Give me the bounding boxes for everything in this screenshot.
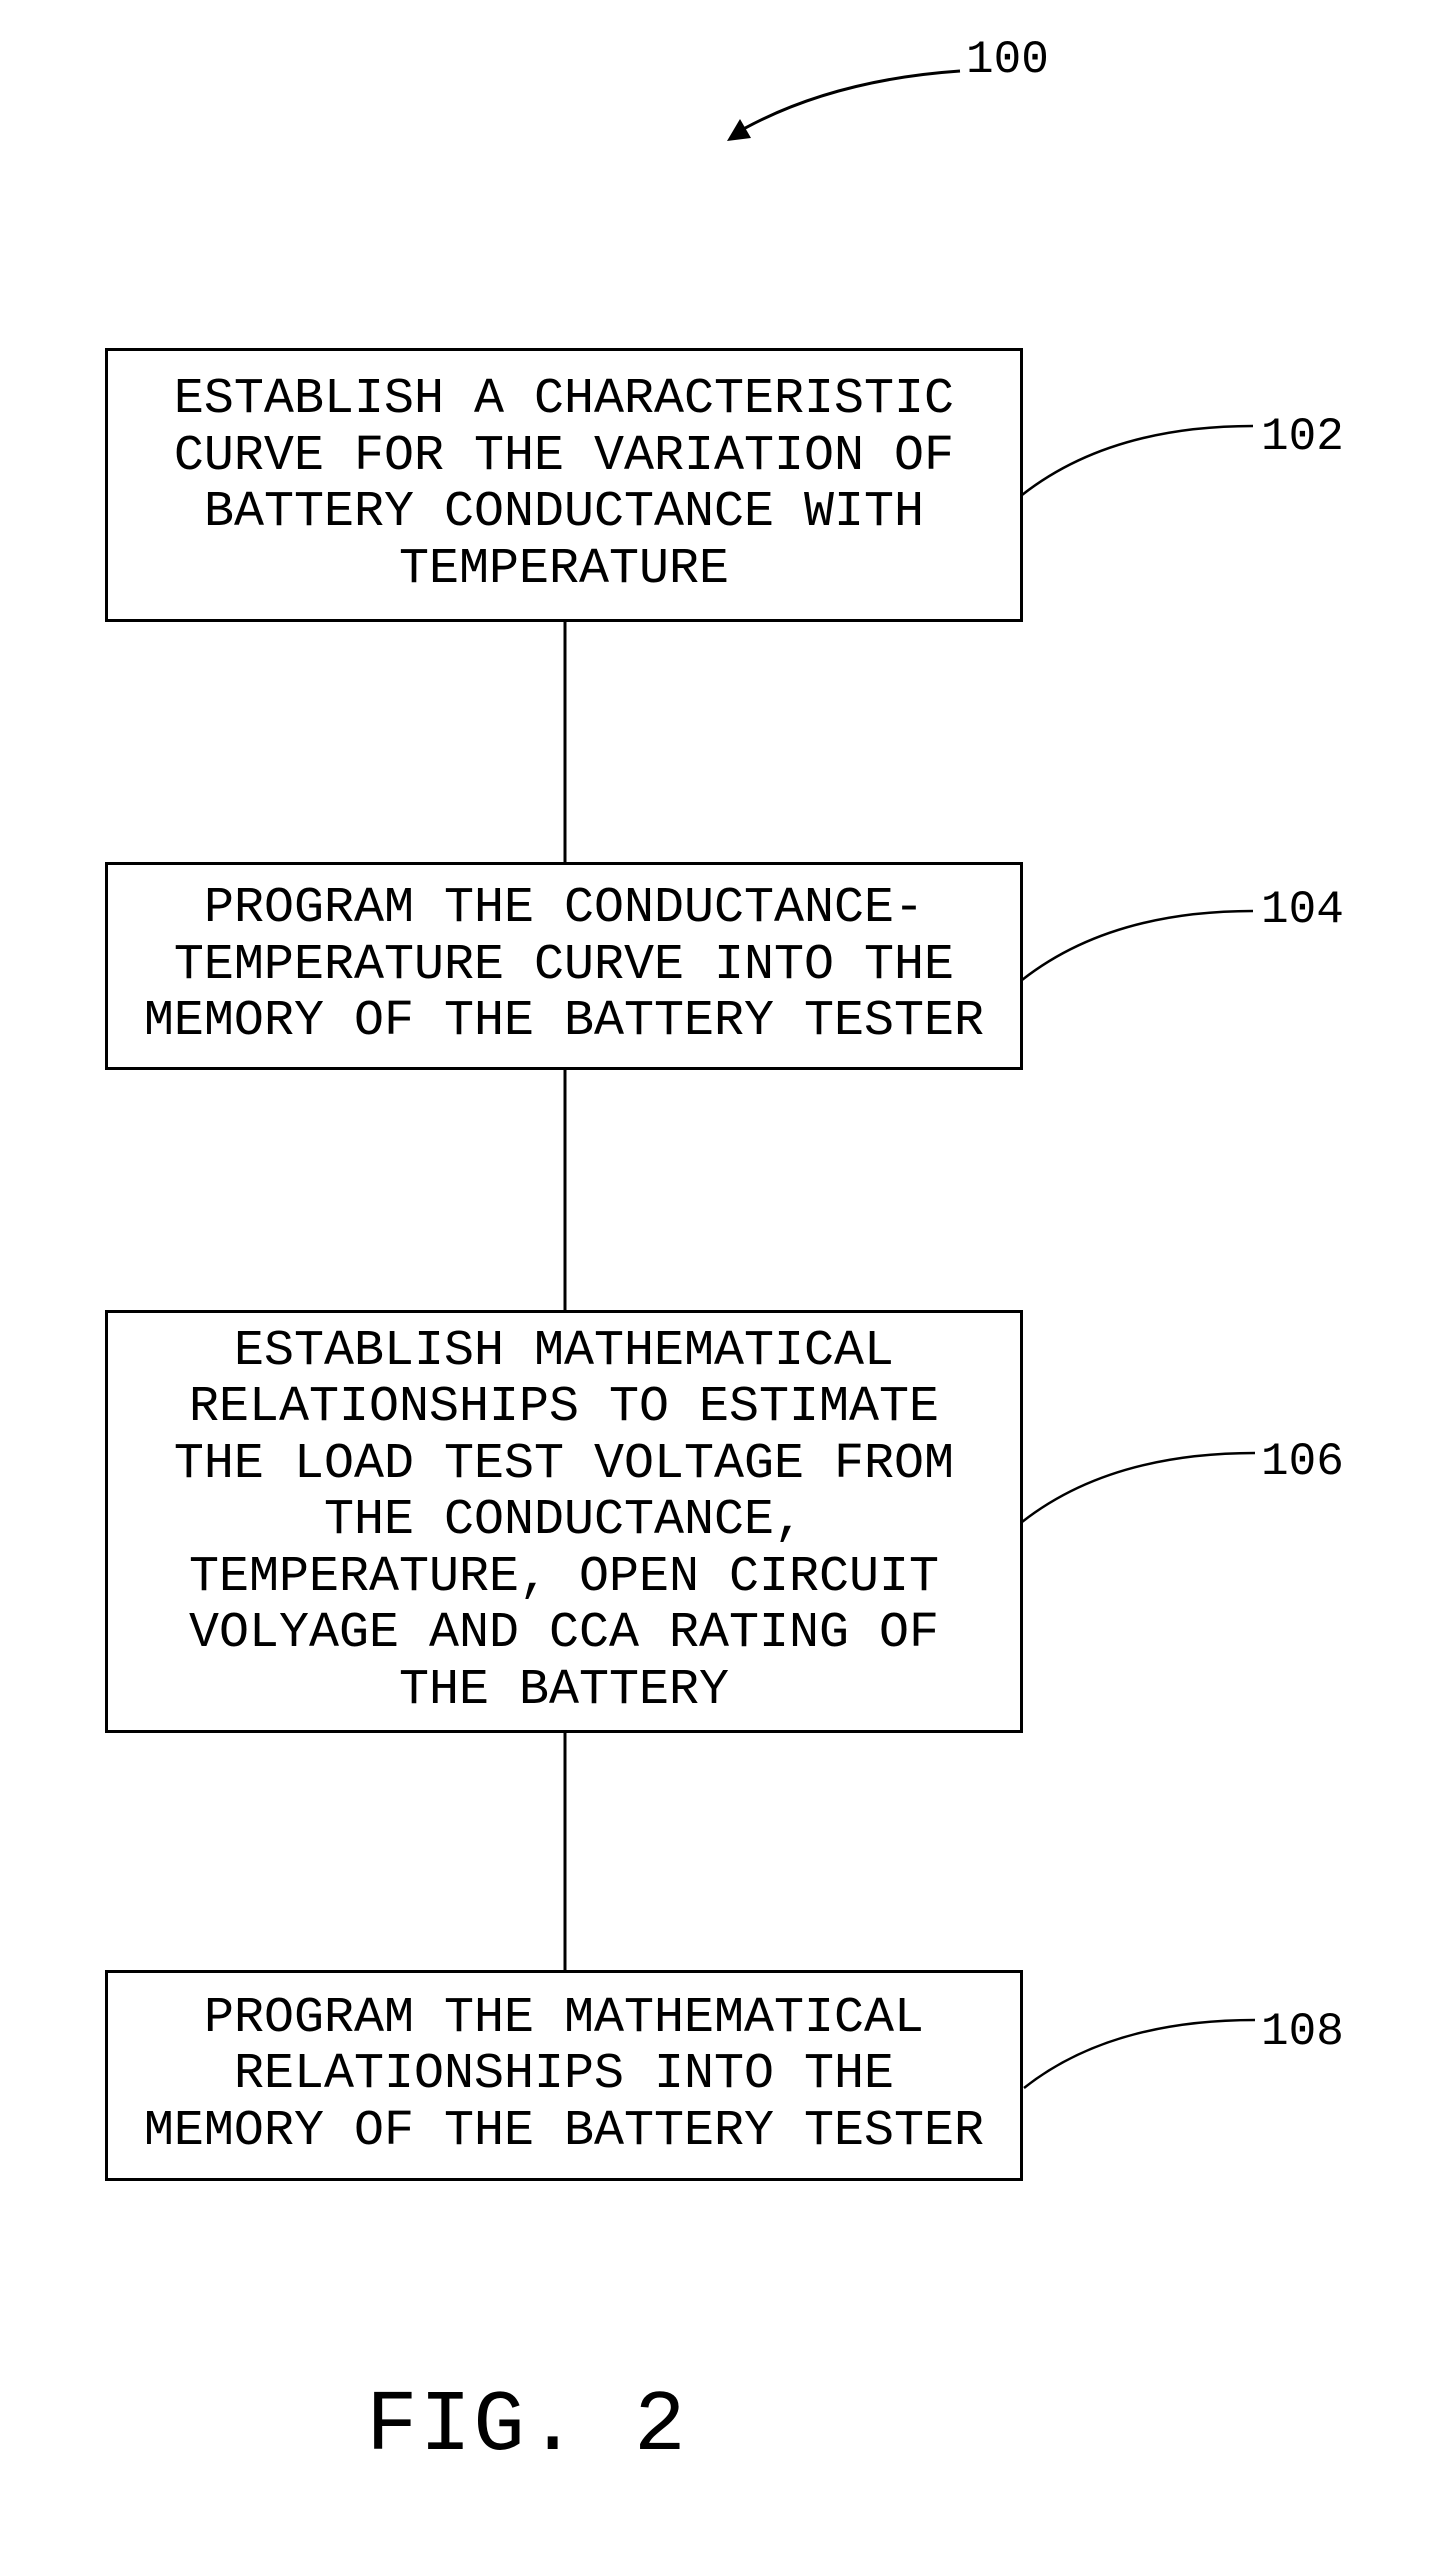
leader-line-104 — [1021, 909, 1254, 981]
figure-reference-arrow — [737, 69, 961, 134]
step-text-line: ESTABLISH MATHEMATICAL — [233, 1322, 895, 1380]
step-reference-number: 106 — [1261, 1436, 1344, 1488]
step-text-line: BATTERY CONDUCTANCE WITH — [203, 484, 925, 541]
step-text-line: MEMORY OF THE BATTERY TESTER — [143, 993, 985, 1051]
step-text-line: THE BATTERY — [398, 1661, 730, 1719]
step-text-line: THE CONDUCTANCE, — [323, 1492, 805, 1550]
step-box-program-curve: PROGRAM THE CONDUCTANCE- TEMPERATURE CUR… — [105, 862, 1023, 1070]
step-text-line: TEMPERATURE CURVE INTO THE — [173, 936, 955, 994]
flowchart-figure: 100 ESTABLISH A CHARACTERISTIC CURVE FOR… — [0, 0, 1432, 2568]
step-text-line: RELATIONSHIPS TO ESTIMATE — [188, 1379, 940, 1437]
leader-line-106 — [1021, 1451, 1256, 1523]
step-text-line: VOLYAGE AND CCA RATING OF — [188, 1605, 940, 1663]
step-text-line: TEMPERATURE — [398, 540, 730, 598]
step-text-line: CURVE FOR THE VARIATION OF — [173, 427, 955, 485]
step-text-line: THE LOAD TEST VOLTAGE FROM — [173, 1435, 955, 1493]
step-text-line: PROGRAM THE CONDUCTANCE- — [203, 880, 925, 938]
step-text-line: RELATIONSHIPS INTO THE — [233, 2046, 895, 2104]
step-box-establish-curve: ESTABLISH A CHARACTERISTIC CURVE FOR THE… — [105, 348, 1023, 622]
step-reference-number: 104 — [1261, 884, 1344, 936]
step-box-establish-relationships: ESTABLISH MATHEMATICAL RELATIONSHIPS TO … — [105, 1310, 1023, 1733]
step-text-line: TEMPERATURE, OPEN CIRCUIT — [188, 1548, 940, 1606]
leader-line-108 — [1023, 2018, 1256, 2089]
step-text-line: MEMORY OF THE BATTERY TESTER — [143, 2102, 985, 2160]
figure-reference-number: 100 — [966, 34, 1049, 86]
figure-caption: FIG. 2 — [366, 2377, 688, 2475]
step-text-line: ESTABLISH A CHARACTERISTIC — [173, 371, 955, 428]
step-box-program-relationships: PROGRAM THE MATHEMATICAL RELATIONSHIPS I… — [105, 1970, 1023, 2181]
arrowhead-icon — [727, 119, 751, 141]
step-text-line: PROGRAM THE MATHEMATICAL — [203, 1989, 925, 2047]
step-reference-number: 108 — [1261, 2006, 1344, 2058]
leader-line-102 — [1021, 424, 1254, 496]
step-reference-number: 102 — [1261, 411, 1344, 463]
